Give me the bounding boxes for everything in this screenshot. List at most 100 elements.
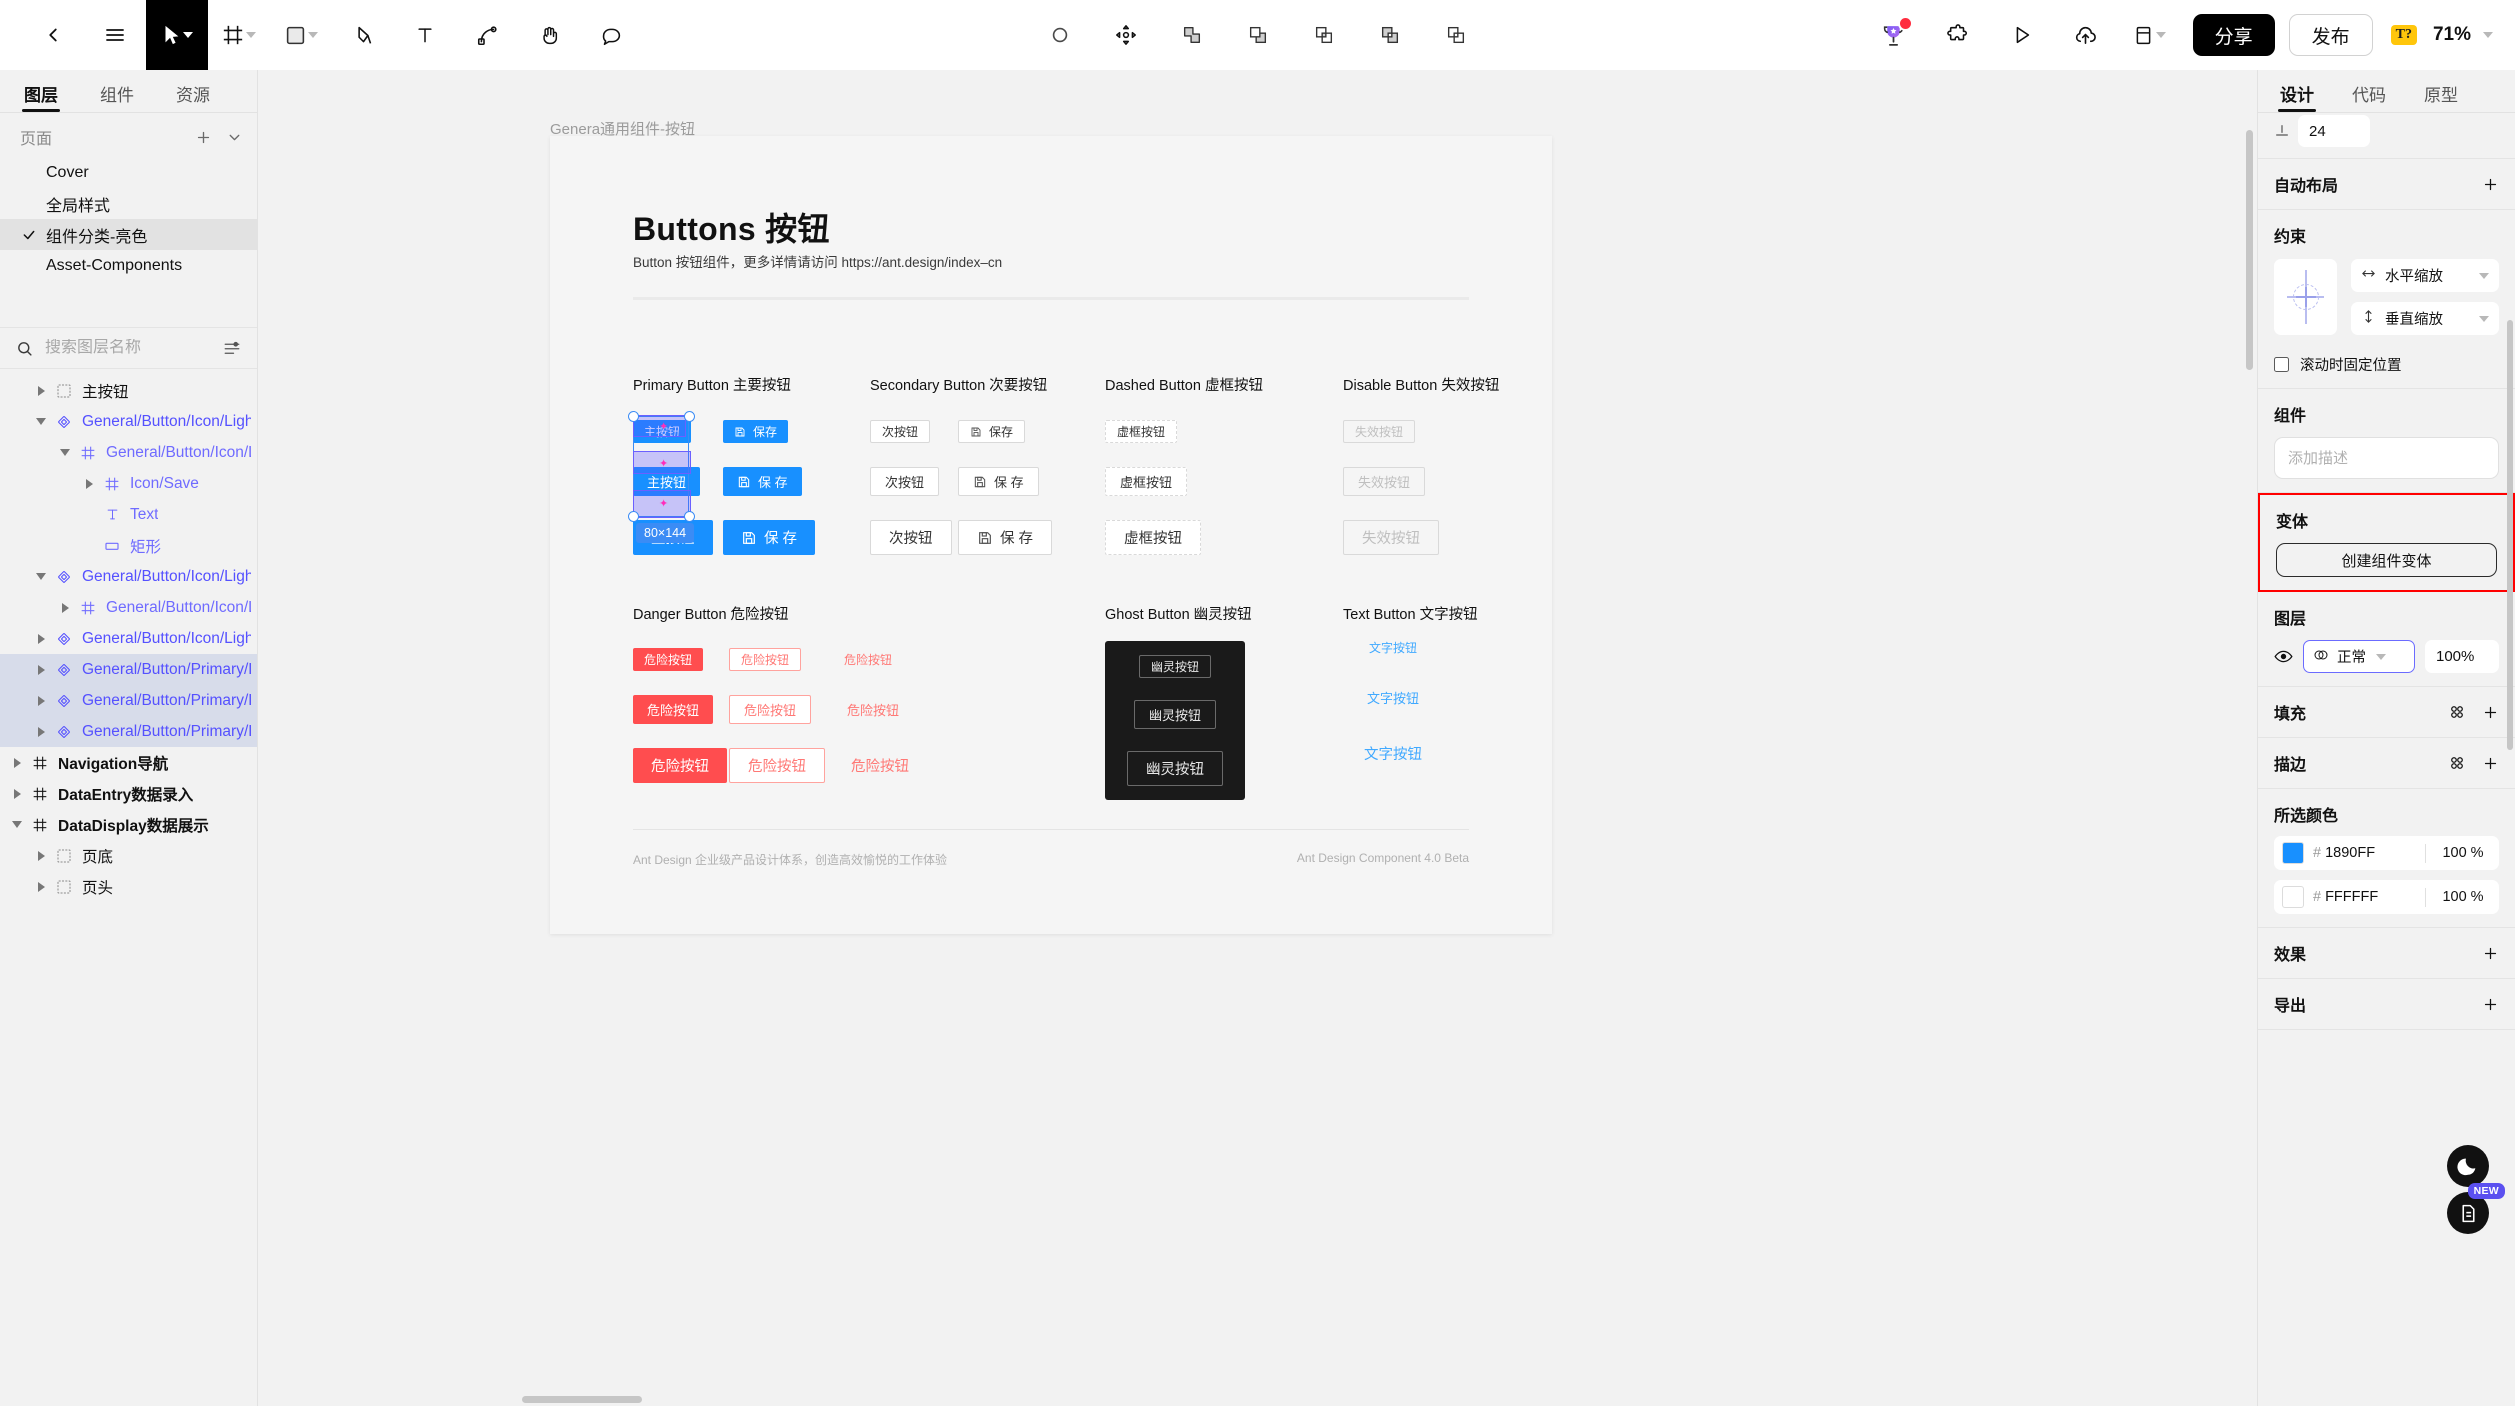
boolean-subtract[interactable] [1227,0,1289,70]
right-panel-scrollbar[interactable] [2507,320,2513,750]
add-stroke-button[interactable] [2482,755,2499,772]
chevron-down-icon[interactable] [2483,32,2493,38]
zoom-level[interactable]: 71% [2433,24,2471,46]
primary-save-button-small[interactable]: 保存 [723,420,789,443]
constraint-grid[interactable] [2274,259,2337,335]
chevron-right-icon[interactable] [30,664,52,675]
primary-save-button-large[interactable]: 保 存 [723,520,816,555]
canvas-horizontal-scrollbar[interactable] [522,1396,642,1403]
dashed-button-small[interactable]: 虚框按钮 [1105,420,1178,443]
danger-text-button-small[interactable]: 危险按钮 [833,648,903,671]
move-tool[interactable] [146,0,208,70]
collapse-pages-button[interactable] [226,129,243,146]
layer-row[interactable]: DataDisplay数据展示 [0,809,257,840]
boolean-flatten[interactable] [1425,0,1487,70]
layout-panel-button[interactable] [2119,0,2181,70]
layer-row[interactable]: General/Button/Primary/Ligh... [0,685,257,716]
secondary-save-button-medium[interactable]: 保 存 [958,467,1039,496]
danger-button-small[interactable]: 危险按钮 [633,648,704,671]
component-description-input[interactable] [2274,437,2499,479]
danger-button-large[interactable]: 危险按钮 [633,748,727,783]
add-export-button[interactable] [2482,996,2499,1013]
danger-text-button-medium[interactable]: 危险按钮 [833,695,913,724]
horizontal-constraint-select[interactable]: 水平缩放 [2351,259,2499,292]
page-item-component-category-light[interactable]: 组件分类-亮色 [0,219,257,250]
secondary-save-button-small[interactable]: 保存 [958,420,1026,443]
back-button[interactable] [22,0,84,70]
add-page-button[interactable] [195,129,212,146]
filter-layers-icon[interactable] [223,339,241,357]
primary-save-button-medium[interactable]: 保 存 [723,467,802,496]
dark-mode-toggle-button[interactable] [2447,1145,2489,1187]
page-item-asset-components[interactable]: Asset-Components [0,250,257,281]
chevron-down-icon[interactable] [6,821,28,828]
chevron-right-icon[interactable] [78,478,100,489]
layer-row[interactable]: General/Button/Primary/Ligh... [0,654,257,685]
boolean-union[interactable] [1161,0,1223,70]
ghost-button-small[interactable]: 幽灵按钮 [1138,655,1211,678]
layer-row[interactable]: General/Button/Primary/Ligh... [0,716,257,747]
color-opacity[interactable]: 100 % [2435,845,2491,861]
layer-row[interactable]: General/Button/Icon/Lig... [0,592,257,623]
layer-row[interactable]: Icon/Save [0,468,257,499]
layer-row[interactable]: DataEntry数据录入 [0,778,257,809]
page-item-global-styles[interactable]: 全局样式 [0,188,257,219]
canvas[interactable]: Genera通用组件-按钮 Buttons 按钮 Button 按钮组件，更多详… [258,70,2257,1406]
docs-button[interactable]: NEW [2447,1183,2505,1234]
stroke-styles-icon[interactable] [2448,754,2466,772]
layer-row[interactable]: General/Button/Icon/Light/Pr... [0,406,257,437]
corner-radius-input[interactable]: 24 [2298,115,2370,147]
rewards-button[interactable] [1863,0,1925,70]
chevron-right-icon[interactable] [30,633,52,644]
chevron-down-icon[interactable] [30,573,52,580]
create-variant-button[interactable]: 创建组件变体 [2276,543,2497,577]
tab-assets[interactable]: 资源 [166,81,220,112]
secondary-button-medium[interactable]: 次按钮 [870,467,940,496]
chevron-right-icon[interactable] [30,850,52,861]
menu-button[interactable] [84,0,146,70]
path-node-tool[interactable] [456,0,518,70]
secondary-save-button-large[interactable]: 保 存 [958,520,1053,555]
tab-prototype[interactable]: 原型 [2416,81,2466,112]
ghost-button-large[interactable]: 幽灵按钮 [1127,751,1223,786]
page-item-cover[interactable]: Cover [0,157,257,188]
ghost-button-medium[interactable]: 幽灵按钮 [1133,700,1216,729]
danger-button-medium[interactable]: 危险按钮 [633,695,714,724]
pen-tool[interactable] [332,0,394,70]
add-fill-button[interactable] [2482,704,2499,721]
dashed-button-large[interactable]: 虚框按钮 [1105,520,1201,555]
publish-button[interactable]: 发布 [2288,14,2373,56]
chevron-right-icon[interactable] [30,726,52,737]
fix-on-scroll-checkbox[interactable] [2274,357,2289,372]
share-button[interactable]: 分享 [2192,14,2275,56]
danger-outline-button-small[interactable]: 危险按钮 [729,648,802,671]
hand-tool[interactable] [518,0,580,70]
boolean-exclude[interactable] [1359,0,1421,70]
comment-tool[interactable] [580,0,642,70]
resize-handle-sw[interactable] [628,511,639,522]
selected-color-row-1[interactable]: # 1890FF 100 % [2274,836,2499,870]
layer-row[interactable]: 页头 [0,871,257,902]
add-auto-layout-button[interactable] [2482,176,2499,193]
fill-styles-icon[interactable] [2448,703,2466,721]
tab-components[interactable]: 组件 [90,81,144,112]
chevron-down-icon[interactable] [54,449,76,456]
layer-row[interactable]: Text [0,499,257,530]
danger-outline-button-medium[interactable]: 危险按钮 [729,695,812,724]
danger-text-button-large[interactable]: 危险按钮 [833,748,927,783]
add-effect-button[interactable] [2482,945,2499,962]
selected-color-row-2[interactable]: # FFFFFF 100 % [2274,880,2499,914]
text-button-large[interactable]: 文字按钮 [1346,736,1440,771]
resize-handle-nw[interactable] [628,411,639,422]
text-button-medium[interactable]: 文字按钮 [1353,683,1433,712]
transform-tool[interactable] [1095,0,1157,70]
vertical-constraint-select[interactable]: 垂直缩放 [2351,302,2499,335]
translate-badge[interactable]: T? [2390,25,2417,45]
layer-row[interactable]: General/Button/Icon/Light/Pr... [0,623,257,654]
color-swatch[interactable] [2282,842,2304,864]
text-tool[interactable] [394,0,456,70]
plugins-button[interactable] [1927,0,1989,70]
search-input[interactable] [45,339,195,357]
layer-row[interactable]: 页底 [0,840,257,871]
layer-row[interactable]: Navigation导航 [0,747,257,778]
